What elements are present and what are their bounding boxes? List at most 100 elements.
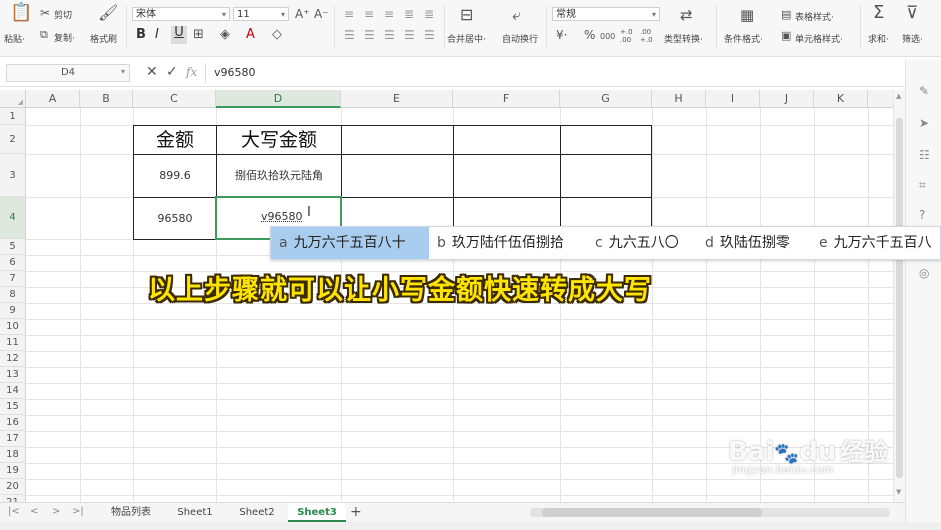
justify-icon[interactable]: ☰ (404, 28, 415, 42)
cell-d4-editing-text[interactable]: v96580 (261, 210, 303, 223)
prev-sheet-icon[interactable]: < (30, 506, 38, 517)
col-header-k[interactable]: K (814, 90, 868, 108)
row-header-21[interactable]: 21 (0, 495, 26, 502)
align-right-icon[interactable]: ☰ (384, 28, 395, 42)
row-header-8[interactable]: 8 (0, 287, 26, 303)
ime-candidate-d[interactable]: d 玖陆伍捌零 (697, 227, 811, 259)
col-header-e[interactable]: E (341, 90, 453, 108)
cell-d2[interactable]: 大写金额 (217, 126, 341, 154)
next-sheet-icon[interactable]: > (52, 506, 60, 517)
filter-button[interactable]: 筛选· (902, 32, 923, 45)
row-header-18[interactable]: 18 (0, 447, 26, 463)
copy-button[interactable]: 复制· (54, 31, 75, 44)
indent-icon[interactable]: ≣ (404, 7, 414, 21)
paste-button[interactable]: 粘贴· (4, 32, 25, 45)
row-header-11[interactable]: 11 (0, 335, 26, 351)
first-sheet-icon[interactable]: |< (8, 506, 20, 517)
clear-format-icon[interactable]: ◇ (272, 28, 282, 42)
row-header-3[interactable]: 3 (0, 154, 26, 197)
cell-c4[interactable]: 96580 (134, 198, 216, 239)
conditional-format-button[interactable]: 条件格式· (724, 32, 763, 45)
cut-button[interactable]: 剪切 (54, 8, 72, 21)
number-format-select[interactable]: 常规 ▾ (552, 7, 660, 21)
row-header-10[interactable]: 10 (0, 319, 26, 335)
row-header-14[interactable]: 14 (0, 383, 26, 399)
font-shrink-icon[interactable]: A⁻ (314, 7, 329, 21)
distribute-icon[interactable]: ☰ (424, 28, 435, 42)
ime-candidate-e[interactable]: e 九万六千五百八 (811, 227, 940, 259)
row-header-6[interactable]: 6 (0, 255, 26, 271)
row-header-12[interactable]: 12 (0, 351, 26, 367)
align-bottom-icon[interactable]: ≡ (384, 7, 394, 21)
pin-icon[interactable]: ✎ (919, 84, 929, 98)
sheet-tab-sheet3[interactable]: Sheet3 (288, 503, 346, 522)
sheet-tab-sheet2[interactable]: Sheet2 (226, 503, 288, 522)
col-header-b[interactable]: B (80, 90, 133, 108)
font-grow-icon[interactable]: A⁺ (295, 7, 310, 21)
name-box[interactable]: D4 (6, 64, 130, 82)
fill-color-icon[interactable]: ◈ (220, 28, 230, 42)
chevron-down-icon[interactable]: ▾ (121, 67, 125, 76)
confirm-edit-button[interactable]: ✓ (166, 64, 178, 80)
underline-button[interactable]: U (171, 26, 187, 44)
horizontal-scrollbar[interactable] (530, 508, 890, 517)
ime-candidate-c[interactable]: c 九六五八〇 (587, 227, 697, 259)
ime-candidate-b[interactable]: b 玖万陆仟伍佰捌拾 (429, 227, 587, 259)
insert-function-button[interactable]: fx (186, 65, 197, 79)
crop-icon[interactable]: ⌗ (919, 178, 926, 193)
scroll-up-icon[interactable]: ▲ (896, 92, 901, 100)
italic-button[interactable]: I (155, 28, 159, 42)
col-header-a[interactable]: A (26, 90, 80, 108)
location-icon[interactable]: ◎ (919, 266, 929, 280)
decrease-decimal-button[interactable]: .00 +.0 (640, 28, 656, 44)
table-style-button[interactable]: 表格样式· (795, 10, 834, 23)
pointer-icon[interactable]: ➤ (919, 116, 929, 130)
add-sheet-button[interactable]: + (350, 504, 362, 520)
type-convert-button[interactable]: 类型转换· (664, 32, 703, 45)
outdent-icon[interactable]: ≣ (424, 7, 434, 21)
cell-c2[interactable]: 金额 (134, 126, 216, 154)
scroll-thumb[interactable] (896, 118, 903, 478)
font-size-select[interactable]: 11 ▾ (233, 7, 289, 21)
align-center-icon[interactable]: ☰ (364, 28, 375, 42)
sum-button[interactable]: 求和· (868, 32, 889, 45)
increase-decimal-button[interactable]: +.0 .00 (620, 28, 636, 44)
format-painter-button[interactable]: 格式刷 (90, 32, 117, 45)
row-header-1[interactable]: 1 (0, 108, 26, 125)
row-header-5[interactable]: 5 (0, 239, 26, 255)
help-icon[interactable]: ? (919, 208, 925, 222)
row-header-16[interactable]: 16 (0, 415, 26, 431)
formula-input[interactable]: v96580 (214, 66, 256, 79)
paste-icon[interactable]: 📋 (10, 4, 32, 22)
cancel-edit-button[interactable]: ✕ (146, 64, 158, 80)
cell-c3[interactable]: 899.6 (134, 155, 216, 197)
sheet-tab-items[interactable]: 物品列表 (100, 503, 162, 522)
wrap-text-button[interactable]: 自动换行 (502, 32, 538, 45)
row-header-20[interactable]: 20 (0, 479, 26, 495)
col-header-i[interactable]: I (706, 90, 760, 108)
row-header-4[interactable]: 4 (0, 197, 26, 239)
col-header-l[interactable] (868, 90, 893, 108)
font-name-select[interactable]: 宋体 ▾ (132, 7, 230, 21)
last-sheet-icon[interactable]: >| (72, 506, 84, 517)
cell-style-button[interactable]: 单元格样式· (795, 32, 843, 45)
sheet-tab-sheet1[interactable]: Sheet1 (164, 503, 226, 522)
col-header-g[interactable]: G (560, 90, 652, 108)
ime-candidate-a[interactable]: a 九万六千五百八十 (271, 227, 429, 259)
row-header-2[interactable]: 2 (0, 125, 26, 154)
align-top-icon[interactable]: ≡ (344, 7, 354, 21)
row-header-17[interactable]: 17 (0, 431, 26, 447)
settings-sliders-icon[interactable]: ☷ (919, 148, 930, 162)
row-header-13[interactable]: 13 (0, 367, 26, 383)
scroll-down-icon[interactable]: ▼ (896, 488, 901, 496)
col-header-d[interactable]: D (216, 90, 341, 108)
align-middle-icon[interactable]: ≡ (364, 7, 374, 21)
border-icon[interactable]: ⊞ (193, 28, 204, 42)
font-color-icon[interactable]: A (246, 28, 255, 42)
col-header-c[interactable]: C (133, 90, 216, 108)
row-header-9[interactable]: 9 (0, 303, 26, 319)
align-left-icon[interactable]: ☰ (344, 28, 355, 42)
row-header-19[interactable]: 19 (0, 463, 26, 479)
col-header-j[interactable]: J (760, 90, 814, 108)
percent-button[interactable]: % (584, 28, 595, 42)
